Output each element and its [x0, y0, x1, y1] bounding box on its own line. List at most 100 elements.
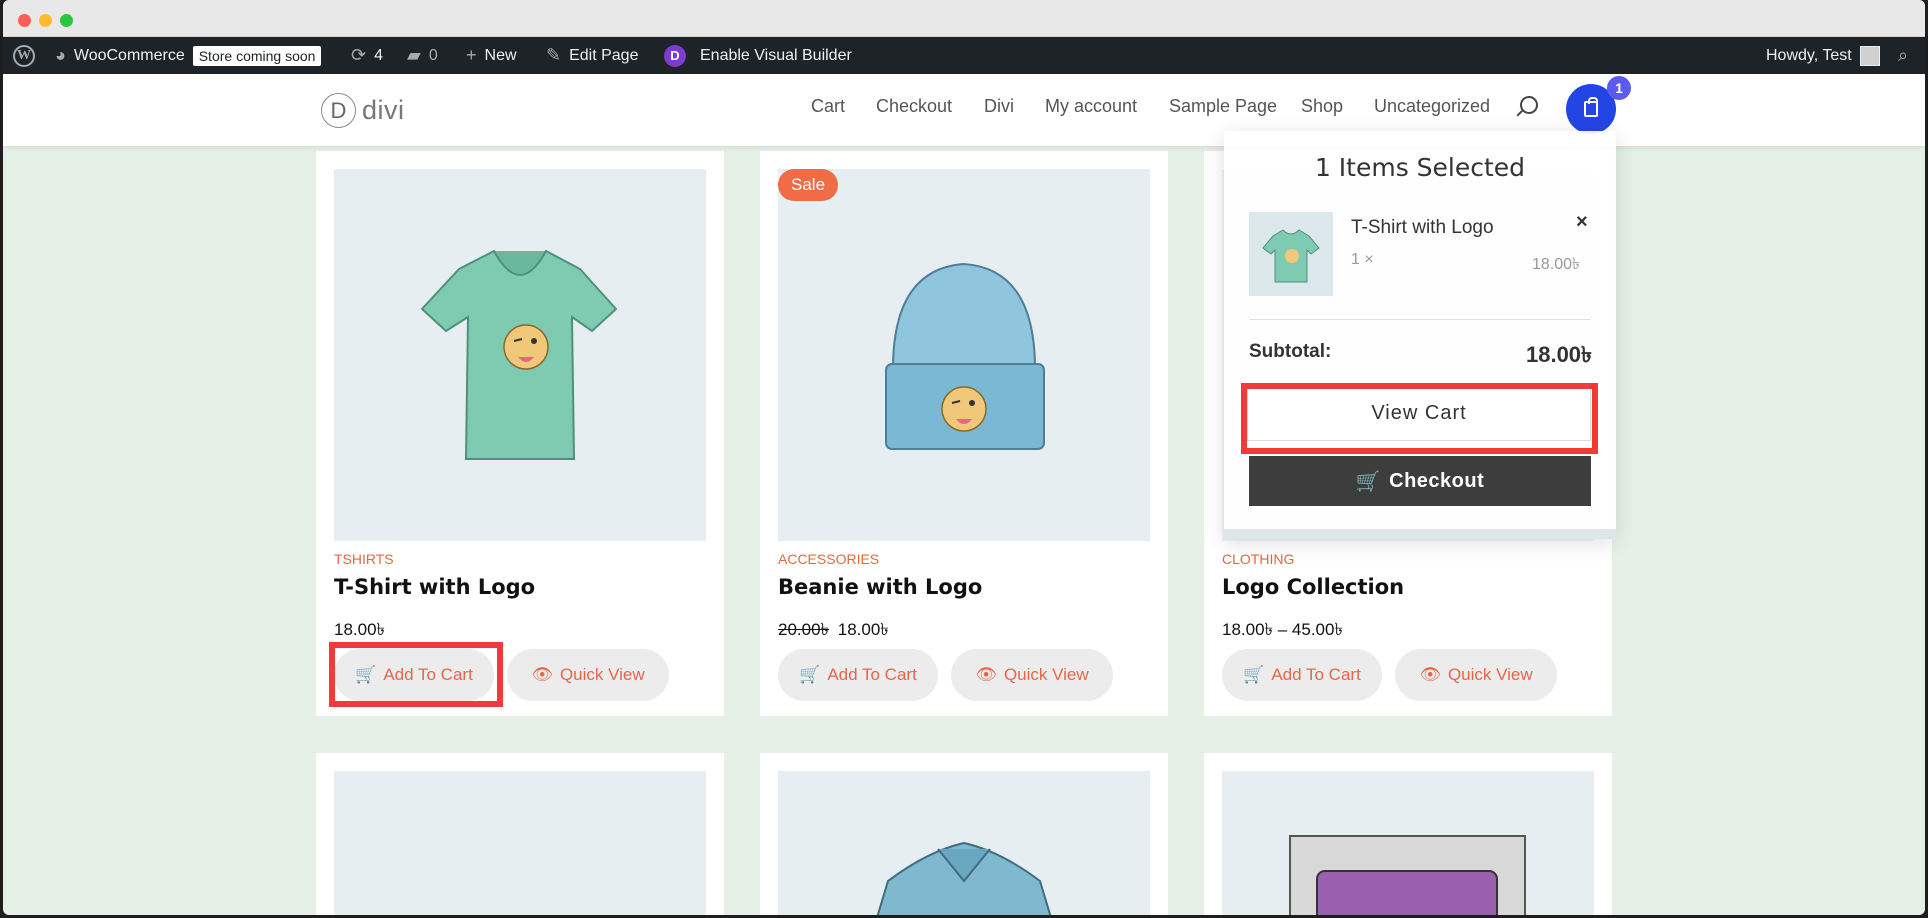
product-card — [1204, 753, 1612, 915]
quick-view-label: Quick View — [1003, 665, 1089, 684]
comment-icon: ▰ — [407, 45, 421, 65]
product-image[interactable] — [778, 771, 1150, 915]
eye-icon: 👁 — [975, 665, 997, 684]
browser-window: W ◕ WooCommerce Store coming soon ⟳ 4 ▰ … — [3, 0, 1925, 915]
updates-count: 4 — [374, 46, 383, 64]
site-name-menu[interactable]: ◕ WooCommerce Store coming soon — [55, 37, 322, 74]
view-cart-highlight — [1241, 383, 1598, 454]
avatar — [1859, 45, 1880, 66]
greeting: Howdy, Test — [1766, 46, 1852, 64]
product-category[interactable]: ACCESSORIES — [778, 551, 879, 567]
plus-icon: + — [466, 45, 477, 65]
divi-logo-icon: D — [321, 93, 356, 128]
add-to-cart-button[interactable]: 🛒 Add To Cart — [778, 649, 938, 701]
product-card: Sale ACCESSORIES Beanie with Logo 20.00৳… — [760, 151, 1168, 716]
comments-count: 0 — [428, 46, 438, 64]
tshirt-thumbnail — [1262, 229, 1320, 283]
cart-item-thumbnail[interactable] — [1249, 212, 1333, 296]
divi-icon: D — [664, 44, 686, 67]
product-image[interactable] — [778, 169, 1150, 541]
cart-item-quantity: 1 × — [1351, 251, 1374, 268]
search-icon: ⌕ — [1898, 45, 1909, 65]
product-price: 20.00৳ 18.00৳ — [778, 617, 889, 645]
product-category[interactable]: TSHIRTS — [334, 551, 394, 567]
product-title[interactable]: T-Shirt with Logo — [334, 575, 535, 599]
wp-admin-bar: W ◕ WooCommerce Store coming soon ⟳ 4 ▰ … — [3, 37, 1925, 74]
nav-sample-page[interactable]: Sample Page — [1169, 96, 1277, 117]
eye-icon: 👁 — [531, 665, 553, 684]
cart-icon: 🛒 — [799, 665, 821, 684]
product-card: TSHIRTS T-Shirt with Logo 18.00৳ 🛒 Add T… — [316, 151, 724, 716]
quick-view-button[interactable]: 👁 Quick View — [951, 649, 1113, 701]
subtotal-label: Subtotal: — [1249, 341, 1332, 362]
site-name: WooCommerce — [73, 46, 185, 64]
updates-menu[interactable]: ⟳ 4 — [351, 37, 383, 74]
edit-page-label: Edit Page — [569, 46, 639, 64]
nav-cart[interactable]: Cart — [811, 96, 845, 117]
checkout-label: Checkout — [1389, 469, 1485, 492]
cart-icon: 🛒 — [1243, 665, 1265, 684]
hoodie-illustration — [876, 841, 1052, 915]
updates-icon: ⟳ — [351, 45, 367, 65]
subtotal-value: 18.00৳ — [1525, 342, 1592, 367]
admin-search-button[interactable]: ⌕ — [1898, 37, 1908, 74]
sale-badge: Sale — [778, 169, 839, 201]
logo-text: divi — [362, 95, 405, 125]
mini-cart-title: 1 Items Selected — [1314, 153, 1526, 182]
add-to-cart-highlight — [329, 642, 503, 707]
beanie-illustration — [885, 262, 1045, 450]
product-card — [316, 753, 724, 915]
current-price: 18.00৳ – 45.00৳ — [1222, 620, 1343, 639]
close-window-button[interactable] — [18, 14, 31, 27]
maximize-window-button[interactable] — [60, 14, 73, 27]
cart-item-name[interactable]: T-Shirt with Logo — [1351, 217, 1494, 239]
new-label: New — [484, 46, 517, 64]
product-title[interactable]: Logo Collection — [1222, 575, 1404, 599]
edit-page-link[interactable]: ✎ Edit Page — [546, 37, 638, 74]
mini-cart-footer — [1224, 529, 1616, 539]
account-menu[interactable]: Howdy, Test — [1766, 37, 1880, 74]
cart-count-badge: 1 — [1607, 76, 1631, 100]
product-price: 18.00৳ — [334, 617, 385, 645]
site-logo[interactable]: D divi — [321, 93, 405, 128]
new-content-menu[interactable]: + New — [466, 37, 517, 74]
minimize-window-button[interactable] — [39, 14, 52, 27]
quick-view-button[interactable]: 👁 Quick View — [1395, 649, 1557, 701]
product-image[interactable] — [1222, 771, 1594, 915]
quick-view-label: Quick View — [1447, 665, 1533, 684]
nav-my-account[interactable]: My account — [1045, 96, 1137, 117]
remove-item-button[interactable]: × — [1576, 211, 1588, 234]
divider — [1249, 319, 1591, 320]
nav-shop[interactable]: Shop — [1301, 96, 1343, 117]
product-image[interactable] — [334, 169, 706, 541]
product-category[interactable]: CLOTHING — [1222, 551, 1294, 567]
comments-menu[interactable]: ▰ 0 — [407, 37, 438, 74]
add-to-cart-label: Add To Cart — [827, 665, 917, 684]
nav-divi[interactable]: Divi — [984, 96, 1014, 117]
store-coming-soon-badge[interactable]: Store coming soon — [192, 45, 322, 66]
visual-builder-link[interactable]: D Enable Visual Builder — [664, 37, 852, 74]
pencil-icon: ✎ — [546, 45, 562, 65]
title-bar — [3, 0, 1925, 37]
wordpress-icon: W — [13, 44, 35, 67]
current-price: 18.00৳ — [334, 620, 386, 639]
visual-builder-label: Enable Visual Builder — [700, 46, 852, 64]
quick-view-button[interactable]: 👁 Quick View — [507, 649, 669, 701]
cart-icon: 🛒 — [1355, 470, 1382, 493]
add-to-cart-button[interactable]: 🛒 Add To Cart — [1222, 649, 1382, 701]
product-image[interactable] — [334, 771, 706, 915]
tshirt-illustration — [420, 249, 618, 460]
quick-view-label: Quick View — [559, 665, 645, 684]
checkout-button[interactable]: 🛒 Checkout — [1249, 456, 1591, 506]
wordpress-logo-menu[interactable]: W — [13, 37, 35, 74]
poster-illustration — [1289, 835, 1526, 915]
current-price: 18.00৳ — [837, 620, 889, 639]
dashboard-icon: ◕ — [55, 45, 66, 65]
nav-checkout[interactable]: Checkout — [876, 96, 952, 117]
product-price: 18.00৳ – 45.00৳ — [1222, 617, 1343, 645]
site-header: D divi Cart Checkout Divi My account Sam… — [3, 74, 1925, 146]
product-card — [760, 753, 1168, 915]
product-title[interactable]: Beanie with Logo — [778, 575, 982, 599]
nav-uncategorized[interactable]: Uncategorized — [1374, 96, 1490, 117]
search-icon[interactable] — [1520, 96, 1538, 114]
